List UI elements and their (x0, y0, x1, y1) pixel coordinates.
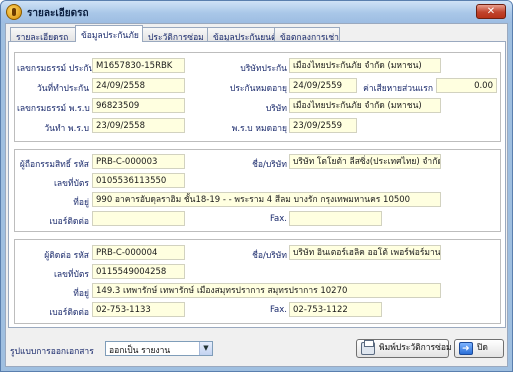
beneficiary-code-field[interactable]: PRB-C-000003 (92, 154, 185, 169)
beneficiary-fax-field[interactable] (289, 211, 382, 226)
expiry-field[interactable]: 24/09/2559 (289, 78, 357, 93)
deductible-field[interactable]: 0.00 (436, 78, 497, 93)
details-window: รายละเอียดรถ ✕ รายละเอียดรถ ข้อมูลประกัน… (0, 0, 513, 372)
insurance-panel: เลขกรมธรรม์ ประกัน M1657830-15RBK บริษัท… (8, 41, 506, 328)
doc-format-label: รูปแบบการออกเอกสาร (10, 347, 94, 357)
window-title: รายละเอียดรถ (27, 8, 89, 19)
deductible-label: ค่าเสียหายส่วนแรก (363, 84, 433, 94)
insurer-field[interactable]: เมืองไทยประกันภัย จำกัด (มหาชน) (289, 58, 441, 73)
beneficiary-name-field[interactable]: บริษัท โตโยต้า ลีสซิ่ง(ประเทศไทย) จำกัด (289, 154, 441, 169)
contact-tax-label: เลขที่บัตร (53, 270, 89, 280)
tab-insurance[interactable]: ข้อมูลประกันภัย (75, 25, 143, 42)
doc-format-value: ออกเป็น รายงาน (109, 346, 171, 356)
start-date-label: วันที่ทำประกัน (36, 84, 89, 94)
beneficiary-code-label: ผู้ถือกรรมสิทธิ์ รหัส (19, 160, 89, 170)
window-close-button[interactable]: ✕ (476, 4, 506, 19)
prb-company-field[interactable]: เมืองไทยประกันภัย จำกัด (มหาชน) (289, 98, 441, 113)
policy-group: เลขกรมธรรม์ ประกัน M1657830-15RBK บริษัท… (14, 52, 501, 142)
contact-name-field[interactable]: บริษัท อินเตอร์เฮลิค ออโต้ เพอร์ฟอร์มานซ… (289, 245, 441, 260)
tab-rental-agreement[interactable]: ข้อตกลงการเช่า (274, 27, 340, 43)
start-date-field[interactable]: 24/09/2558 (92, 78, 185, 93)
prb-expiry-field[interactable]: 23/09/2559 (289, 118, 357, 133)
title-bar[interactable]: รายละเอียดรถ ✕ (1, 1, 512, 23)
exit-icon (459, 341, 473, 358)
close-button[interactable]: ปิด (454, 339, 504, 358)
doc-format-select[interactable]: ออกเป็น รายงาน ▼ (105, 341, 213, 356)
beneficiary-tax-label: เลขที่บัตร (53, 179, 89, 189)
prb-date-label: วันทำ พ.ร.บ (44, 124, 89, 134)
beneficiary-tax-field[interactable]: 0105536113550 (92, 173, 185, 188)
contact-phone-label: เบอร์ติดต่อ (49, 308, 89, 318)
contact-code-field[interactable]: PRB-C-000004 (92, 245, 185, 260)
contact-address-label: ที่อยู่ (73, 289, 89, 299)
tab-repair-history[interactable]: ประวัติการซ่อม (142, 27, 208, 43)
contact-fax-field[interactable]: 02-753-1122 (289, 302, 382, 317)
expiry-label: ประกันหมดอายุ (229, 84, 287, 94)
close-button-label: ปิด (477, 343, 488, 353)
contact-phone-field[interactable]: 02-753-1133 (92, 302, 185, 317)
beneficiary-phone-field[interactable] (92, 211, 185, 226)
beneficiary-address-field[interactable]: 990 อาคารอับดุลราฮิม ชั้น18-19 - - พระรา… (92, 192, 441, 207)
beneficiary-name-label: ชื่อ/บริษัท (252, 160, 287, 170)
policy-no-field[interactable]: M1657830-15RBK (92, 58, 185, 73)
print-repair-history-button[interactable]: พิมพ์ประวัติการซ่อม (356, 339, 452, 358)
beneficiary-group: ผู้ถือกรรมสิทธิ์ รหัส PRB-C-000003 ชื่อ/… (14, 149, 501, 232)
tab-car-details[interactable]: รายละเอียดรถ (10, 27, 76, 43)
prb-no-label: เลขกรมธรรม์ พ.ร.บ (17, 104, 90, 114)
policy-no-label: เลขกรมธรรม์ ประกัน (17, 64, 95, 74)
beneficiary-fax-label: Fax. (269, 214, 287, 224)
window-client: รายละเอียดรถ ข้อมูลประกันภัย ประวัติการซ… (5, 23, 508, 367)
prb-expiry-label: พ.ร.บ หมดอายุ (231, 124, 287, 134)
contact-tax-field[interactable]: 0115549004258 (92, 264, 185, 279)
contact-fax-label: Fax. (269, 305, 287, 315)
prb-no-field[interactable]: 96823509 (92, 98, 185, 113)
prb-date-field[interactable]: 23/09/2558 (92, 118, 185, 133)
chevron-down-icon[interactable]: ▼ (199, 342, 212, 355)
footer-bar: รูปแบบการออกเอกสาร ออกเป็น รายงาน ▼ พิมพ… (6, 330, 507, 368)
contact-name-label: ชื่อ/บริษัท (252, 251, 287, 261)
beneficiary-address-label: ที่อยู่ (73, 198, 89, 208)
contact-address-field[interactable]: 149.3 เทพารักษ์ เทพารักษ์ เมืองสมุทรปราก… (92, 283, 441, 298)
insurer-label: บริษัทประกัน (240, 64, 287, 74)
contact-group: ผู้ติดต่อ รหัส PRB-C-000004 ชื่อ/บริษัท … (14, 239, 501, 324)
print-button-label: พิมพ์ประวัติการซ่อม (379, 343, 452, 353)
tab-motor-insurance[interactable]: ข้อมูลประกันยนต์ (207, 27, 277, 43)
contact-code-label: ผู้ติดต่อ รหัส (44, 251, 89, 261)
prb-company-label: บริษัท (265, 104, 287, 114)
printer-icon (361, 340, 375, 355)
tab-strip: รายละเอียดรถ ข้อมูลประกันภัย ประวัติการซ… (8, 25, 506, 43)
beneficiary-phone-label: เบอร์ติดต่อ (49, 217, 89, 227)
coin-icon (6, 4, 22, 20)
